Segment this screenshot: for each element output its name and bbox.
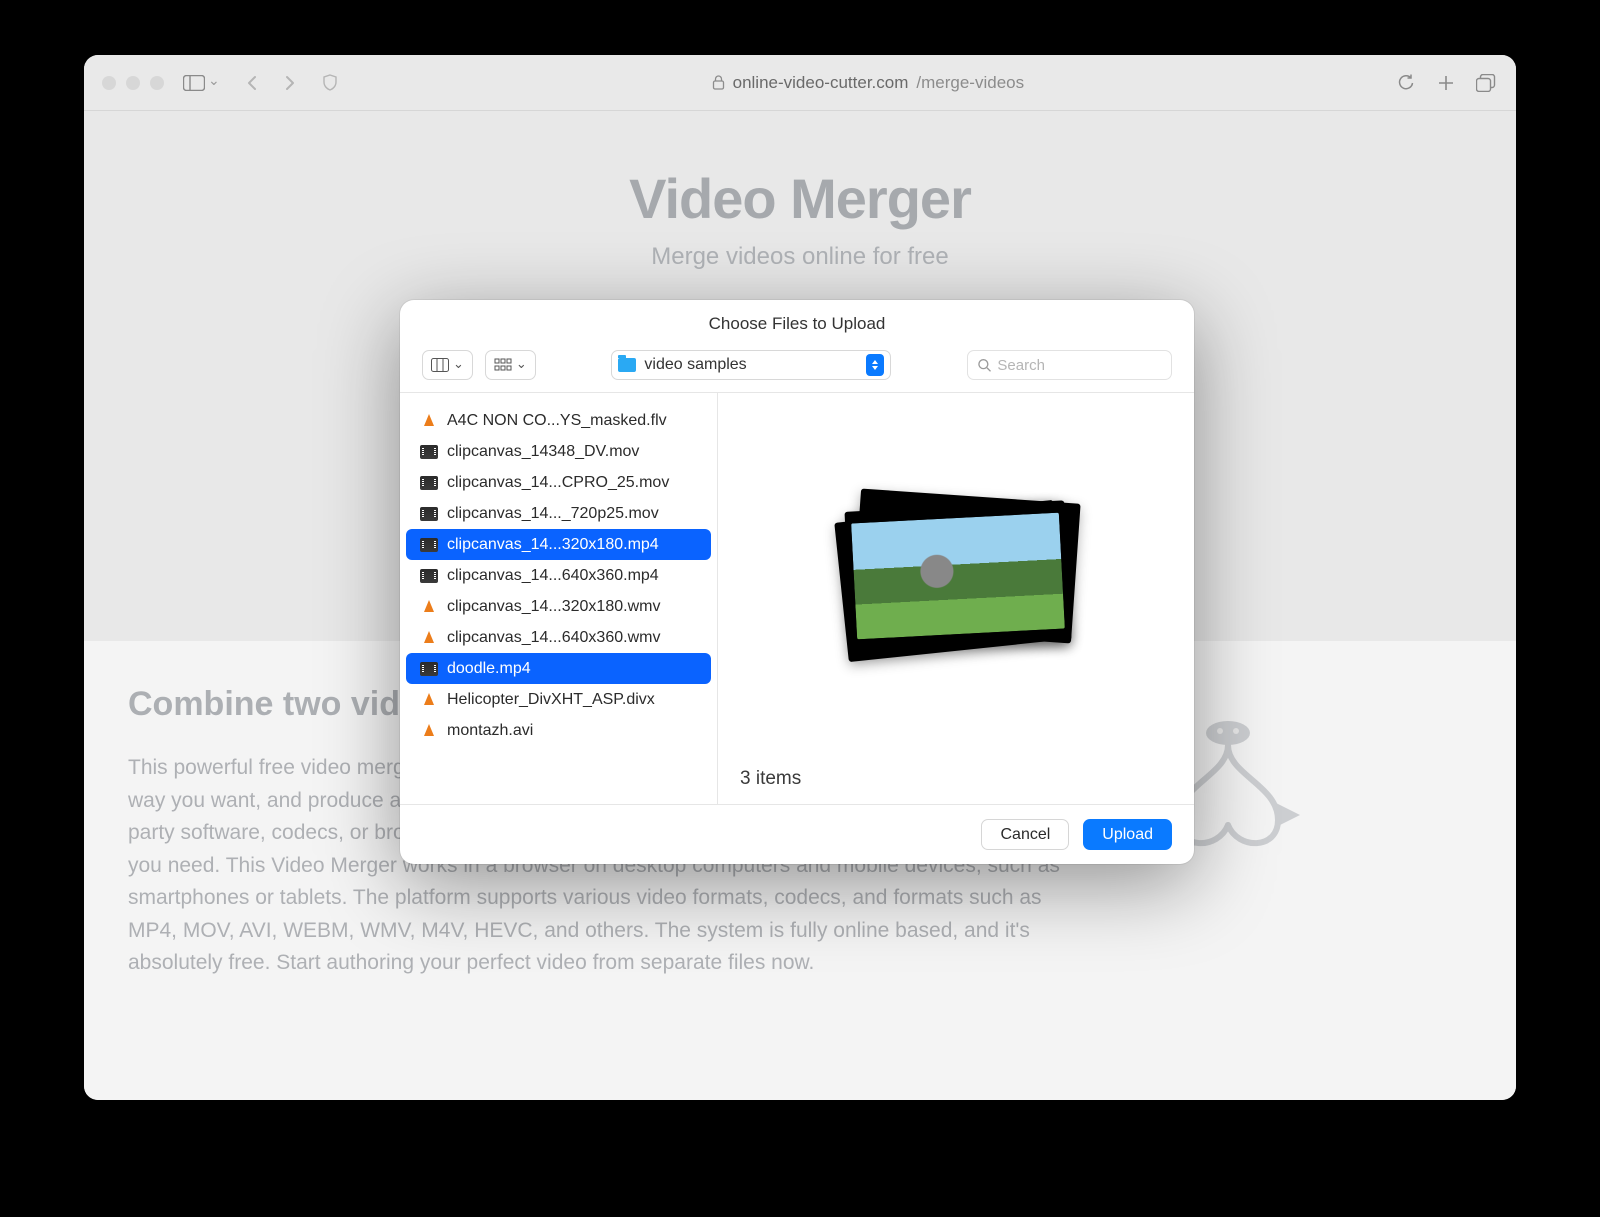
file-name: clipcanvas_14...320x180.wmv [447,598,660,616]
file-open-dialog: Choose Files to Upload video samples A4C… [400,300,1194,864]
stepper-icon [866,354,884,376]
view-columns-button[interactable] [422,350,473,380]
file-name: Helicopter_DivXHT_ASP.divx [447,691,655,709]
file-name: A4C NON CO...YS_masked.flv [447,412,667,430]
tabs-overview-button[interactable] [1474,71,1498,95]
plus-icon [1437,74,1455,92]
video-file-icon [420,507,438,521]
folder-name: video samples [644,356,858,374]
file-name: clipcanvas_14...640x360.mp4 [447,567,659,585]
traffic-lights [102,76,164,90]
dialog-toolbar: video samples [400,344,1194,393]
video-file-icon [420,662,438,676]
chevron-left-icon [245,75,259,91]
file-name: clipcanvas_14...320x180.mp4 [447,536,659,554]
privacy-report-button[interactable] [318,71,342,95]
vlc-file-icon [420,724,438,738]
video-file-icon [420,445,438,459]
sidebar-icon [183,75,205,91]
page-title: Video Merger [629,166,971,231]
file-row[interactable]: Helicopter_DivXHT_ASP.divx [406,684,711,715]
file-name: montazh.avi [447,722,533,740]
minimize-window-button[interactable] [126,76,140,90]
file-row[interactable]: clipcanvas_14...320x180.mp4 [406,529,711,560]
grid-icon [494,358,512,372]
file-row[interactable]: montazh.avi [406,715,711,746]
shield-icon [321,74,339,92]
file-row[interactable]: A4C NON CO...YS_masked.flv [406,405,711,436]
file-name: doodle.mp4 [447,660,531,678]
file-row[interactable]: clipcanvas_14...CPRO_25.mov [406,467,711,498]
url-host: online-video-cutter.com [733,73,909,93]
preview-thumbnails [826,486,1086,676]
page-subtitle: Merge videos online for free [651,243,949,271]
forward-button[interactable] [278,71,302,95]
selected-items-count: 3 items [718,768,1194,804]
maximize-window-button[interactable] [150,76,164,90]
back-button[interactable] [240,71,264,95]
lock-icon [712,75,725,90]
search-icon [978,358,991,373]
upload-button[interactable]: Upload [1083,819,1172,850]
chevron-right-icon [283,75,297,91]
group-by-button[interactable] [485,350,536,380]
file-row[interactable]: clipcanvas_14...640x360.wmv [406,622,711,653]
preview-pane: 3 items [718,393,1194,804]
reload-icon [1397,74,1415,92]
file-name: clipcanvas_14..._720p25.mov [447,505,659,523]
file-row[interactable]: clipcanvas_14348_DV.mov [406,436,711,467]
vlc-file-icon [420,693,438,707]
vlc-file-icon [420,600,438,614]
close-window-button[interactable] [102,76,116,90]
reload-button[interactable] [1394,71,1418,95]
video-file-icon [420,569,438,583]
chevron-down-icon [208,74,220,92]
file-name: clipcanvas_14...640x360.wmv [447,629,660,647]
file-row[interactable]: clipcanvas_14..._720p25.mov [406,498,711,529]
file-name: clipcanvas_14...CPRO_25.mov [447,474,669,492]
vlc-file-icon [420,414,438,428]
folder-selector[interactable]: video samples [611,350,891,380]
file-list[interactable]: A4C NON CO...YS_masked.flv clipcanvas_143… [400,393,718,804]
new-tab-button[interactable] [1434,71,1458,95]
folder-icon [618,358,636,372]
chevron-down-icon [453,356,464,374]
file-row[interactable]: clipcanvas_14...320x180.wmv [406,591,711,622]
file-row[interactable]: doodle.mp4 [406,653,711,684]
url-path: /merge-videos [916,73,1024,93]
browser-toolbar: online-video-cutter.com/merge-videos [84,55,1516,111]
search-input[interactable] [997,357,1161,374]
video-file-icon [420,538,438,552]
address-bar[interactable]: online-video-cutter.com/merge-videos [352,73,1384,93]
tabs-icon [1476,74,1496,92]
vlc-file-icon [420,631,438,645]
search-field[interactable] [967,350,1172,380]
sidebar-toggle[interactable] [182,71,220,95]
video-file-icon [420,476,438,490]
columns-icon [431,358,449,372]
file-row[interactable]: clipcanvas_14...640x360.mp4 [406,560,711,591]
cancel-button[interactable]: Cancel [981,819,1069,850]
chevron-down-icon [516,356,527,374]
dialog-title: Choose Files to Upload [400,300,1194,344]
file-name: clipcanvas_14348_DV.mov [447,443,639,461]
